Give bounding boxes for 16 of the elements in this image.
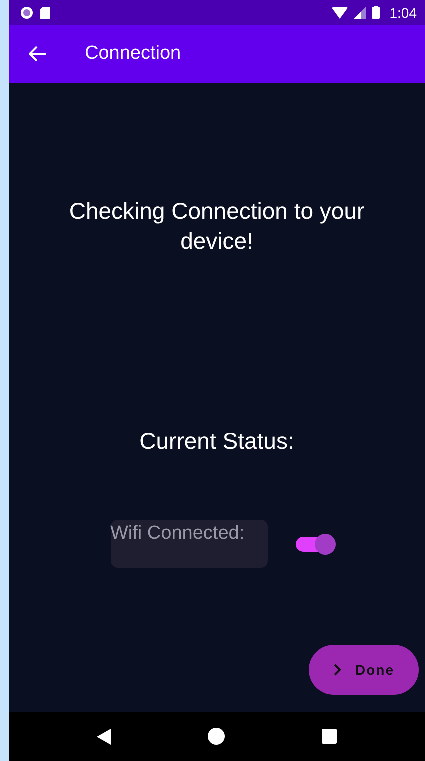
chevron-right-icon <box>334 664 342 676</box>
record-icon <box>20 6 34 20</box>
sd-card-icon <box>40 6 50 18</box>
wifi-icon <box>332 6 348 18</box>
battery-icon <box>372 6 380 19</box>
status-label: Current Status: <box>140 428 294 455</box>
signal-icon <box>354 6 366 18</box>
recents-icon[interactable] <box>322 729 337 744</box>
done-button[interactable]: Done <box>309 645 419 695</box>
screen-title: Connection <box>85 43 182 65</box>
home-icon[interactable] <box>208 728 225 745</box>
back-icon[interactable] <box>97 728 112 744</box>
status-time: 1:04 <box>390 4 417 20</box>
back-arrow-icon[interactable] <box>29 46 47 62</box>
wifi-status-field[interactable]: Wifi Connected: <box>110 520 268 568</box>
heading-text: Checking Connection to your device! <box>68 197 366 256</box>
